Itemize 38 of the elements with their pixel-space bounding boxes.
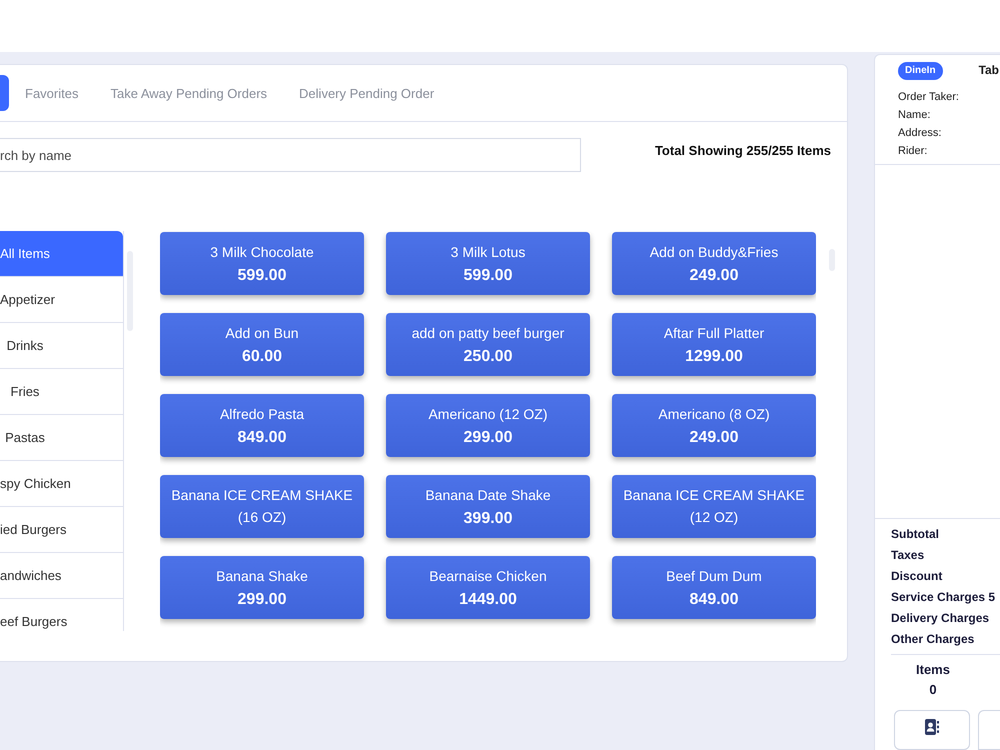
menu-item-button[interactable]: Alfredo Pasta 849.00 [160, 394, 364, 457]
field-label: Order Taker: [898, 90, 960, 105]
menu-item-button[interactable]: Americano (12 OZ) 299.00 [386, 394, 590, 457]
total-label: Service Charges 5 [891, 589, 996, 606]
tab[interactable]: Favorites [9, 75, 94, 111]
menu-item-button[interactable]: Banana ICE CREAM SHAKE (16 OZ) [160, 475, 364, 538]
menu-item-button[interactable]: Banana ICE CREAM SHAKE (12 OZ) [612, 475, 816, 538]
field-label: Rider: [898, 144, 928, 159]
tab[interactable]: Delivery Pending Order [283, 75, 450, 111]
search-field[interactable]: rch by name [0, 138, 581, 172]
total-label: Delivery Charges [891, 610, 990, 627]
total-showing-text: Total Showing 255/255 Items [654, 143, 831, 158]
total-label: Other Charges [891, 631, 976, 648]
menu-item-button[interactable]: Add on Bun 60.00 [160, 313, 364, 376]
menu-item-button[interactable]: Banana Shake 299.00 [160, 556, 364, 619]
total-label: Discount [891, 568, 944, 585]
contact-book-icon [925, 719, 939, 735]
items-label: Items [915, 661, 951, 679]
field-label: Address: [898, 126, 942, 141]
action-button[interactable] [894, 710, 970, 750]
menu-item-button[interactable]: Beef Dum Dum 849.00 [612, 556, 816, 619]
menu-item-button[interactable]: Add on Buddy&Fries 249.00 [612, 232, 816, 295]
menu-item-button[interactable]: Banana Date Shake 399.00 [386, 475, 590, 538]
items-count: 0 [928, 681, 938, 699]
order-type-badge[interactable]: DineIn [898, 62, 943, 80]
field-label: Name: [898, 108, 932, 123]
table-label: Tab [978, 63, 1000, 77]
tab[interactable] [0, 75, 9, 111]
total-label: Taxes [891, 547, 926, 564]
total-label: Subtotal [891, 526, 940, 543]
menu-item-button[interactable]: Bearnaise Chicken 1449.00 [386, 556, 590, 619]
menu-item-button[interactable]: 3 Milk Lotus 599.00 [386, 232, 590, 295]
category-item[interactable]: All Items [0, 231, 123, 277]
menu-item-button[interactable]: Americano (8 OZ) 249.00 [612, 394, 816, 457]
menu-item-button[interactable]: add on patty beef burger 250.00 [386, 313, 590, 376]
menu-item-button[interactable]: 3 Milk Chocolate 599.00 [160, 232, 364, 295]
menu-item-button[interactable]: Aftar Full Platter 1299.00 [612, 313, 816, 376]
tab[interactable]: Take Away Pending Orders [94, 75, 284, 111]
